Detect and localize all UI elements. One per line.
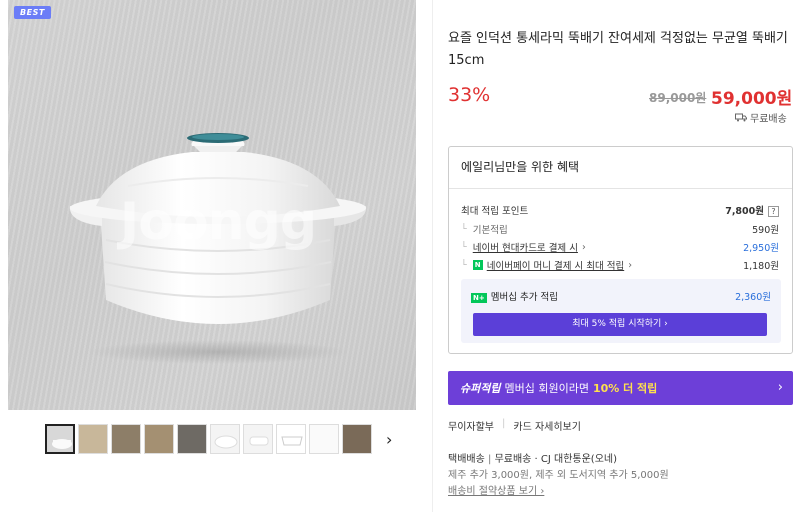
truck-icon	[735, 113, 747, 122]
watermark-text: Joongg	[119, 192, 317, 252]
basic-points-value: 590원	[752, 225, 779, 236]
free-shipping-label: 무료배송	[750, 114, 787, 125]
thumbnail-3[interactable]	[111, 424, 141, 454]
naver-plus-badge: N+	[471, 293, 487, 303]
tree-branch-icon: └	[461, 259, 467, 271]
product-title: 요즐 인덕션 통세라믹 뚝배기 잔여세제 걱정없는 무균열 뚝배기 15cm	[448, 31, 788, 68]
thumbnail-6[interactable]	[210, 424, 240, 454]
thumbnail-2[interactable]	[78, 424, 108, 454]
shipping-method-label: 택배배송	[448, 454, 485, 465]
thumbnail-10[interactable]	[342, 424, 372, 454]
pay-money-link[interactable]: 네이버페이 머니 결제 시 최대 적립	[487, 258, 624, 272]
max-points-value: 7,800원	[725, 206, 764, 217]
product-info-panel: 요즐 인덕션 통세라믹 뚝배기 잔여세제 걱정없는 무균열 뚝배기 15cm 3…	[432, 0, 800, 512]
thumbnail-7[interactable]	[243, 424, 273, 454]
original-price: 89,000원	[649, 91, 707, 105]
sale-price: 59,000원	[711, 89, 793, 109]
card-detail-link[interactable]: 카드 자세히보기	[513, 418, 581, 433]
naver-pay-icon: N	[472, 260, 483, 270]
membership-row: N+ 멤버십 추가 적립 2,360원	[471, 289, 771, 303]
card-points-link[interactable]: 네이버 현대카드로 결제 시	[473, 240, 578, 254]
thumbnail-8[interactable]	[276, 424, 306, 454]
max-points-label: 최대 적립 포인트	[461, 206, 529, 217]
thumbnail-5[interactable]	[177, 424, 207, 454]
membership-value: 2,360원	[735, 292, 771, 303]
shipping-saving-link[interactable]: 배송비 절약상품 보기 ›	[448, 484, 669, 500]
free-shipping-tag: 무료배송	[735, 110, 787, 125]
card-points-value: 2,950원	[743, 243, 779, 254]
installment-link[interactable]: 무이자할부	[448, 418, 494, 433]
shipping-extra-fee: 제주 추가 3,000원, 제주 외 도서지역 추가 5,000원	[448, 470, 669, 481]
product-gallery: Joongg BEST ›	[8, 0, 416, 512]
super-points-brand: 슈퍼적립	[460, 382, 501, 395]
tree-branch-icon: └	[461, 223, 467, 235]
thumbnail-strip: ›	[8, 418, 416, 462]
super-points-text: 멤버십 회원이라면	[504, 382, 589, 395]
membership-box: N+ 멤버십 추가 적립 2,360원 최대 5% 적립 시작하기 ›	[461, 279, 781, 343]
super-points-banner[interactable]: 슈퍼적립 멤버십 회원이라면 10% 더 적립 ›	[448, 371, 793, 405]
main-product-image[interactable]: Joongg BEST	[8, 0, 416, 410]
tree-branch-icon: └	[461, 241, 467, 253]
chevron-right-icon: ›	[777, 380, 783, 395]
basic-points-label: 기본적립	[472, 225, 508, 236]
super-points-highlight: 10% 더 적립	[592, 382, 658, 395]
shipping-info: 택배배송 | 무료배송 · CJ 대한통운(오네) 제주 추가 3,000원, …	[448, 452, 669, 500]
help-icon[interactable]: ?	[768, 206, 779, 217]
divider: |	[502, 418, 506, 429]
shipping-detail: 무료배송 · CJ 대한통운(오네)	[494, 454, 618, 465]
chevron-right-icon[interactable]: ›	[386, 430, 392, 449]
thumbnail-9[interactable]	[309, 424, 339, 454]
chevron-right-icon: ›	[628, 259, 633, 271]
best-badge: BEST	[14, 6, 51, 19]
membership-label: 멤버십 추가 적립	[490, 292, 558, 303]
benefit-box: 에일리님만을 위한 혜택 최대 적립 포인트 7,800원? └ 기본적립 590…	[448, 146, 793, 354]
pay-money-points-row[interactable]: └ N 네이버페이 머니 결제 시 최대 적립 › 1,180원	[461, 258, 779, 273]
discount-rate: 33%	[448, 84, 491, 106]
basic-points-row: └ 기본적립 590원	[461, 222, 779, 237]
start-membership-button[interactable]: 최대 5% 적립 시작하기 ›	[473, 313, 767, 336]
payment-links: 무이자할부 | 카드 자세히보기	[448, 418, 581, 433]
thumbnail-4[interactable]	[144, 424, 174, 454]
max-points-row: 최대 적립 포인트 7,800원?	[461, 203, 779, 217]
chevron-right-icon: ›	[581, 241, 586, 253]
card-points-row[interactable]: └ 네이버 현대카드로 결제 시 › 2,950원	[461, 240, 779, 255]
thumbnail-1[interactable]	[45, 424, 75, 454]
benefit-header: 에일리님만을 위한 혜택	[449, 147, 792, 189]
pay-money-value: 1,180원	[743, 261, 779, 272]
